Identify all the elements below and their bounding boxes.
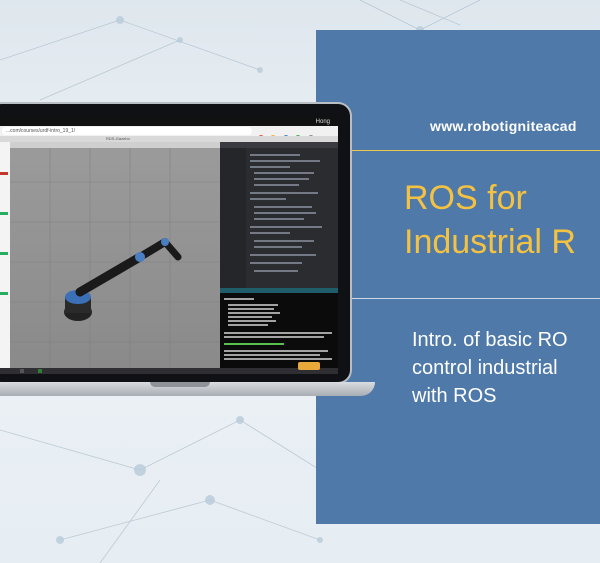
simulation-scene xyxy=(10,142,220,368)
code-line xyxy=(250,166,290,168)
terminal-line xyxy=(224,336,324,338)
code-line xyxy=(250,254,316,256)
course-panel xyxy=(316,30,600,524)
terminal-header xyxy=(220,288,338,293)
code-line xyxy=(250,154,300,156)
code-line xyxy=(254,240,314,242)
course-title-line-2: Industrial R xyxy=(404,223,576,261)
terminal-line xyxy=(228,304,278,306)
laptop-base-notch xyxy=(150,382,210,387)
code-line xyxy=(250,262,302,264)
terminal-line xyxy=(224,332,332,334)
course-subtitle-line-1: Intro. of basic RO xyxy=(412,329,568,351)
robot-arm xyxy=(64,238,182,321)
code-line xyxy=(250,192,318,194)
terminal-line xyxy=(224,350,328,352)
file-tree[interactable] xyxy=(220,148,246,288)
laptop-screen: Hong ...com/courses/urdf-intro_19_1/ RDS… xyxy=(0,118,338,374)
code-line xyxy=(250,232,290,234)
terminal-line xyxy=(228,308,274,310)
code-line xyxy=(250,226,322,228)
notebook-marker xyxy=(0,252,8,255)
code-line xyxy=(254,178,309,180)
simulation-button[interactable] xyxy=(298,362,320,370)
bottom-bar-button[interactable] xyxy=(38,369,42,373)
website-url: www.robotigniteacad xyxy=(430,118,577,134)
terminal-line xyxy=(228,320,276,322)
ide-bottom-bar xyxy=(0,368,338,374)
notebook-marker xyxy=(0,292,8,295)
notebook-marker xyxy=(0,212,8,215)
gazebo-viewport[interactable] xyxy=(10,142,220,368)
bottom-bar-button[interactable] xyxy=(20,369,24,373)
url-divider xyxy=(330,150,600,151)
terminal-line xyxy=(228,312,280,314)
terminal-line xyxy=(224,358,332,360)
terminal-line xyxy=(228,324,268,326)
terminal[interactable] xyxy=(220,288,338,368)
code-line xyxy=(254,184,299,186)
system-menu-bar xyxy=(0,118,338,126)
terminal-line xyxy=(228,316,272,318)
code-line xyxy=(254,172,314,174)
terminal-line xyxy=(224,354,320,356)
system-user-label: Hong xyxy=(315,119,330,125)
browser-address-bar[interactable]: ...com/courses/urdf-intro_19_1/ xyxy=(2,127,252,135)
code-line xyxy=(254,218,304,220)
course-title-line-1: ROS for xyxy=(404,179,527,217)
terminal-status-line xyxy=(224,343,284,345)
title-divider xyxy=(330,298,600,299)
code-line xyxy=(254,212,316,214)
course-subtitle-line-2: control industrial xyxy=(412,357,558,379)
course-subtitle-line-3: with ROS xyxy=(412,385,497,407)
code-line xyxy=(254,246,302,248)
gazebo-toolbar[interactable] xyxy=(10,142,220,148)
code-line xyxy=(254,270,298,272)
code-line xyxy=(250,160,320,162)
code-line xyxy=(250,198,286,200)
browser-extension-icons xyxy=(258,128,332,141)
code-line xyxy=(254,206,312,208)
terminal-section-label xyxy=(224,298,254,300)
notebook-marker xyxy=(0,172,8,175)
